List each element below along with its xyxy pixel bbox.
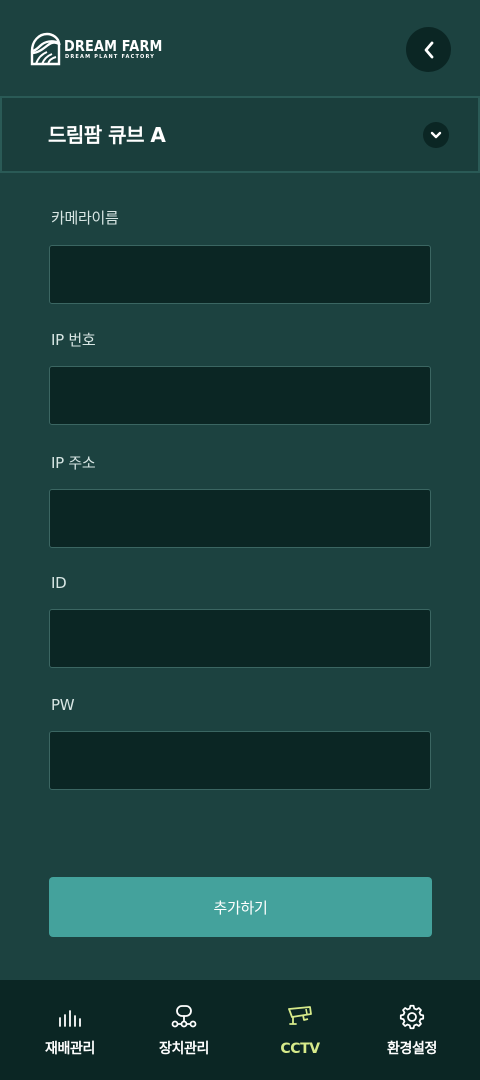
bottom-navigation: 재배관리 장치관리 CCTV 환경설정 [0,980,480,1080]
logo-subtitle: DREAM PLANT FACTORY [65,53,156,60]
nav-item-cctv[interactable]: CCTV [240,980,360,1080]
password-label: PW [51,696,75,714]
gear-icon [399,1004,425,1030]
camera-name-input[interactable] [49,245,431,304]
nav-label-cultivation: 재배관리 [45,1041,95,1057]
id-label: ID [51,574,67,592]
nav-item-settings[interactable]: 환경설정 [352,980,472,1080]
nav-item-cultivation[interactable]: 재배관리 [10,980,130,1080]
id-input[interactable] [49,609,431,668]
farm-selector[interactable]: 드림팜 큐브 A [0,96,480,173]
dream-farm-logo: DREAM FARM DREAM PLANT FACTORY [29,31,179,67]
chevron-down-icon [430,131,442,139]
chevron-left-icon [424,41,433,58]
password-input[interactable] [49,731,431,790]
nav-item-devices[interactable]: 장치관리 [124,980,244,1080]
bar-chart-icon [59,1010,81,1027]
back-button[interactable] [406,27,451,72]
ip-number-input[interactable] [49,366,431,425]
logo-mark-icon [30,32,61,66]
farm-dropdown-toggle[interactable] [423,122,449,148]
nav-label-settings: 환경설정 [387,1041,437,1057]
logo-title: DREAM FARM [64,36,163,55]
add-camera-button[interactable]: 추가하기 [49,877,432,937]
ip-address-input[interactable] [49,489,431,548]
ip-number-label: IP 번호 [51,331,96,349]
nav-label-devices: 장치관리 [159,1041,209,1057]
selected-farm-name: 드림팜 큐브 A [48,123,166,147]
device-network-icon [171,1005,197,1028]
ip-address-label: IP 주소 [51,454,96,472]
app-header: DREAM FARM DREAM PLANT FACTORY [0,0,480,96]
camera-name-label: 카메라이름 [51,209,119,227]
cctv-camera-icon [288,1006,312,1025]
nav-label-cctv: CCTV [280,1041,320,1057]
